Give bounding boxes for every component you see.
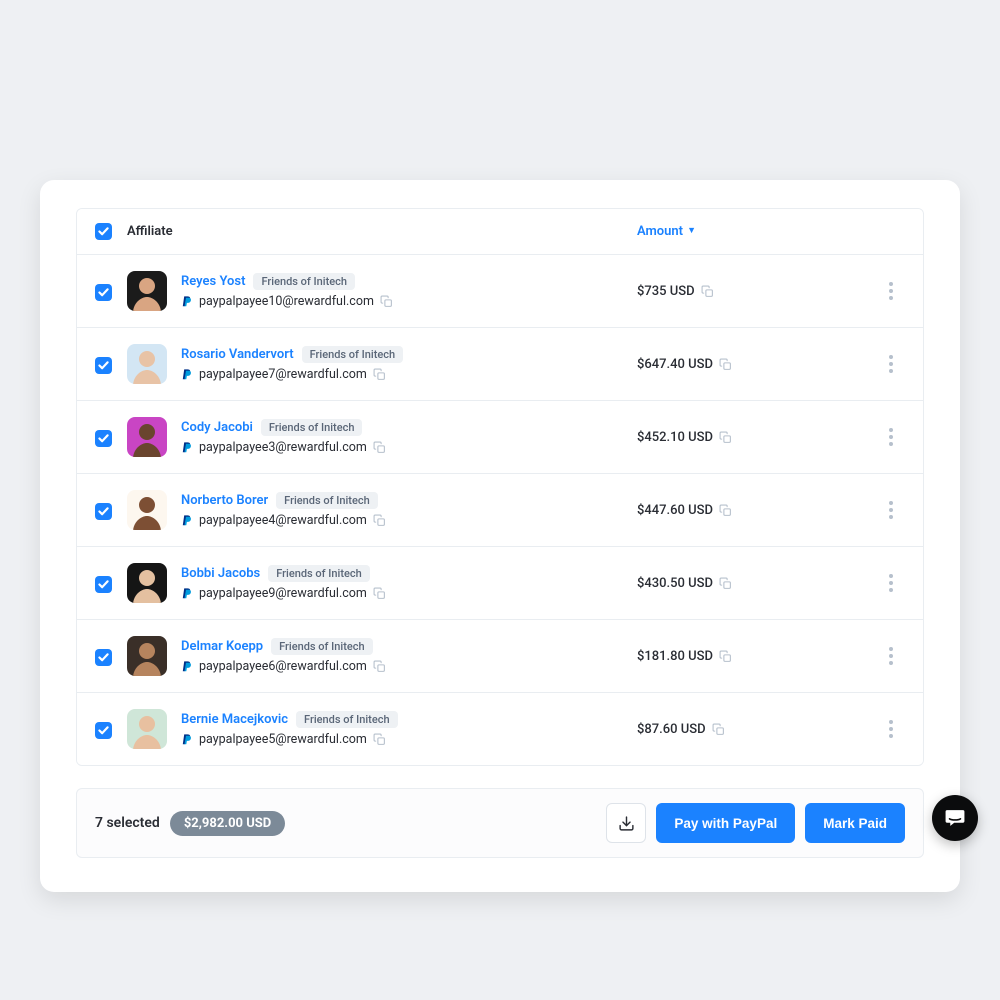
column-header-amount[interactable]: Amount ▼ [637, 224, 696, 239]
pay-with-paypal-button[interactable]: Pay with PayPal [656, 803, 795, 843]
copy-amount-icon[interactable] [719, 504, 732, 517]
payments-card: Affiliate Amount ▼ Reyes Yost Friends of … [40, 180, 960, 892]
bulk-action-bar: 7 selected $2,982.00 USD Pay with PayPal… [76, 788, 924, 858]
chat-icon [944, 807, 966, 829]
copy-email-icon[interactable] [373, 733, 386, 746]
avatar [127, 709, 167, 749]
table-header: Affiliate Amount ▼ [77, 209, 923, 255]
row-checkbox[interactable] [95, 722, 112, 739]
row-actions-menu[interactable] [889, 355, 893, 373]
sort-desc-icon: ▼ [687, 227, 696, 236]
row-checkbox[interactable] [95, 576, 112, 593]
table-row: Delmar Koepp Friends of Initech paypalpaye… [77, 620, 923, 693]
affiliates-table: Affiliate Amount ▼ Reyes Yost Friends of … [76, 208, 924, 766]
copy-amount-icon[interactable] [719, 358, 732, 371]
copy-email-icon[interactable] [380, 295, 393, 308]
campaign-badge: Friends of Initech [253, 273, 355, 290]
paypal-icon [181, 587, 193, 601]
table-row: Cody Jacobi Friends of Initech paypalpayee… [77, 401, 923, 474]
copy-email-icon[interactable] [373, 441, 386, 454]
row-checkbox[interactable] [95, 649, 112, 666]
copy-amount-icon[interactable] [719, 650, 732, 663]
paypal-email: paypalpayee5@rewardful.com [199, 732, 367, 747]
campaign-badge: Friends of Initech [276, 492, 378, 509]
copy-email-icon[interactable] [373, 514, 386, 527]
table-row: Reyes Yost Friends of Initech paypalpayee1… [77, 255, 923, 328]
avatar [127, 490, 167, 530]
table-row: Bernie Macejkovic Friends of Initech paypa… [77, 693, 923, 765]
amount-value: $430.50 USD [637, 576, 713, 591]
row-actions-menu[interactable] [889, 574, 893, 592]
copy-amount-icon[interactable] [719, 577, 732, 590]
download-icon [618, 815, 635, 832]
affiliate-name-link[interactable]: Rosario Vandervort [181, 347, 294, 362]
affiliate-name-link[interactable]: Cody Jacobi [181, 420, 253, 435]
avatar [127, 636, 167, 676]
paypal-icon [181, 368, 193, 382]
amount-value: $735 USD [637, 284, 695, 299]
avatar [127, 417, 167, 457]
affiliate-name-link[interactable]: Reyes Yost [181, 274, 245, 289]
row-checkbox[interactable] [95, 284, 112, 301]
row-actions-menu[interactable] [889, 428, 893, 446]
table-row: Norberto Borer Friends of Initech paypalpa… [77, 474, 923, 547]
row-checkbox[interactable] [95, 430, 112, 447]
intercom-launcher[interactable] [932, 795, 978, 841]
row-checkbox[interactable] [95, 503, 112, 520]
amount-value: $447.60 USD [637, 503, 713, 518]
amount-value: $87.60 USD [637, 722, 706, 737]
campaign-badge: Friends of Initech [271, 638, 373, 655]
affiliate-name-link[interactable]: Delmar Koepp [181, 639, 263, 654]
campaign-badge: Friends of Initech [268, 565, 370, 582]
avatar [127, 271, 167, 311]
select-all-checkbox[interactable] [95, 223, 112, 240]
row-actions-menu[interactable] [889, 720, 893, 738]
amount-label: Amount [637, 224, 683, 239]
paypal-email: paypalpayee4@rewardful.com [199, 513, 367, 528]
table-row: Bobbi Jacobs Friends of Initech paypalpaye… [77, 547, 923, 620]
amount-value: $452.10 USD [637, 430, 713, 445]
selected-count: 7 selected [95, 815, 160, 831]
copy-amount-icon[interactable] [701, 285, 714, 298]
paypal-email: paypalpayee7@rewardful.com [199, 367, 367, 382]
table-row: Rosario Vandervort Friends of Initech payp… [77, 328, 923, 401]
row-actions-menu[interactable] [889, 501, 893, 519]
row-actions-menu[interactable] [889, 282, 893, 300]
paypal-icon [181, 733, 193, 747]
campaign-badge: Friends of Initech [296, 711, 398, 728]
campaign-badge: Friends of Initech [261, 419, 363, 436]
paypal-email: paypalpayee6@rewardful.com [199, 659, 367, 674]
paypal-icon [181, 660, 193, 674]
campaign-badge: Friends of Initech [302, 346, 404, 363]
mark-paid-button[interactable]: Mark Paid [805, 803, 905, 843]
download-button[interactable] [606, 803, 646, 843]
copy-email-icon[interactable] [373, 368, 386, 381]
affiliate-name-link[interactable]: Norberto Borer [181, 493, 268, 508]
avatar [127, 563, 167, 603]
affiliate-name-link[interactable]: Bobbi Jacobs [181, 566, 260, 581]
paypal-icon [181, 441, 193, 455]
selected-total-badge: $2,982.00 USD [170, 811, 285, 836]
row-checkbox[interactable] [95, 357, 112, 374]
affiliate-name-link[interactable]: Bernie Macejkovic [181, 712, 288, 727]
copy-email-icon[interactable] [373, 587, 386, 600]
row-actions-menu[interactable] [889, 647, 893, 665]
paypal-icon [181, 295, 193, 309]
paypal-email: paypalpayee9@rewardful.com [199, 586, 367, 601]
copy-amount-icon[interactable] [712, 723, 725, 736]
paypal-email: paypalpayee3@rewardful.com [199, 440, 367, 455]
avatar [127, 344, 167, 384]
copy-amount-icon[interactable] [719, 431, 732, 444]
paypal-icon [181, 514, 193, 528]
paypal-email: paypalpayee10@rewardful.com [199, 294, 374, 309]
amount-value: $181.80 USD [637, 649, 713, 664]
copy-email-icon[interactable] [373, 660, 386, 673]
amount-value: $647.40 USD [637, 357, 713, 372]
column-header-affiliate[interactable]: Affiliate [127, 224, 173, 239]
